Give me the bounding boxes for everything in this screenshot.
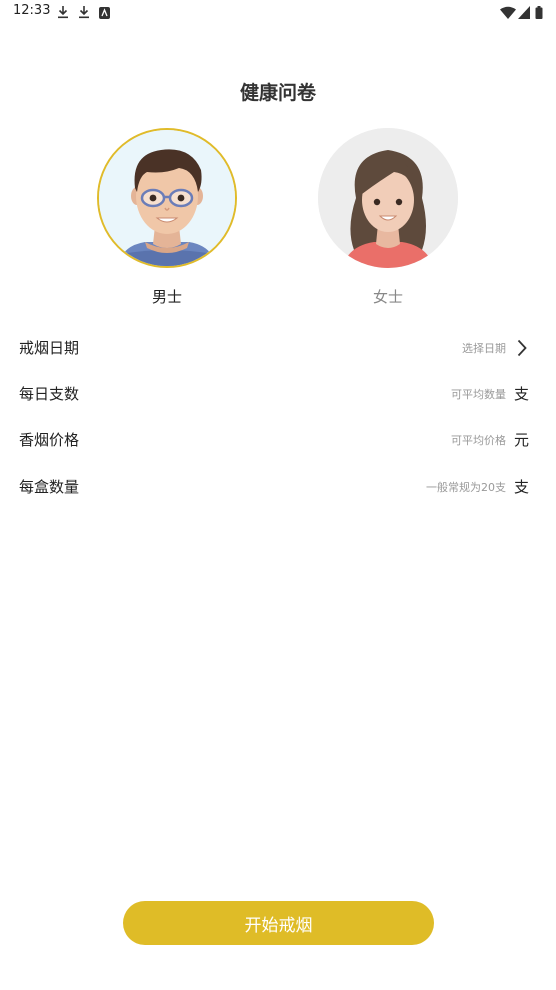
status-bar: 12:33 bbox=[0, 0, 556, 24]
cigarette-price-unit: 元 bbox=[513, 431, 529, 449]
cigarette-price-row[interactable]: 香烟价格 可平均价格 元 bbox=[0, 417, 556, 463]
pack-count-unit: 支 bbox=[513, 478, 529, 496]
start-quitting-button[interactable]: 开始戒烟 bbox=[123, 901, 434, 945]
accessibility-icon bbox=[99, 4, 110, 23]
pack-count-label: 每盒数量 bbox=[19, 478, 80, 496]
chevron-right-icon bbox=[517, 339, 527, 361]
cigarette-price-input[interactable]: 可平均价格 bbox=[451, 432, 506, 448]
wifi-icon bbox=[500, 4, 516, 23]
pack-count-input[interactable]: 一般常规为20支 bbox=[426, 479, 506, 495]
man-illustration-icon bbox=[99, 130, 235, 266]
female-avatar[interactable] bbox=[318, 128, 458, 268]
daily-count-input[interactable]: 可平均数量 bbox=[451, 386, 506, 402]
battery-icon bbox=[535, 4, 543, 23]
woman-illustration-icon bbox=[318, 128, 458, 268]
daily-count-unit: 支 bbox=[513, 385, 529, 403]
male-avatar[interactable] bbox=[97, 128, 237, 268]
quit-date-label: 戒烟日期 bbox=[19, 339, 80, 357]
daily-count-row[interactable]: 每日支数 可平均数量 支 bbox=[0, 371, 556, 417]
cigarette-price-label: 香烟价格 bbox=[19, 431, 80, 449]
female-label[interactable]: 女士 bbox=[318, 286, 458, 307]
quit-date-hint: 选择日期 bbox=[462, 342, 506, 355]
pack-count-row[interactable]: 每盒数量 一般常规为20支 支 bbox=[0, 464, 556, 510]
status-time: 12:33 bbox=[13, 3, 51, 18]
quit-date-row[interactable]: 戒烟日期 选择日期 bbox=[0, 325, 556, 371]
page-title: 健康问卷 bbox=[239, 82, 316, 104]
daily-count-label: 每日支数 bbox=[19, 385, 80, 403]
male-label[interactable]: 男士 bbox=[97, 286, 237, 307]
download-icon bbox=[78, 4, 90, 23]
download-icon bbox=[57, 4, 69, 23]
cell-signal-icon bbox=[518, 4, 530, 23]
